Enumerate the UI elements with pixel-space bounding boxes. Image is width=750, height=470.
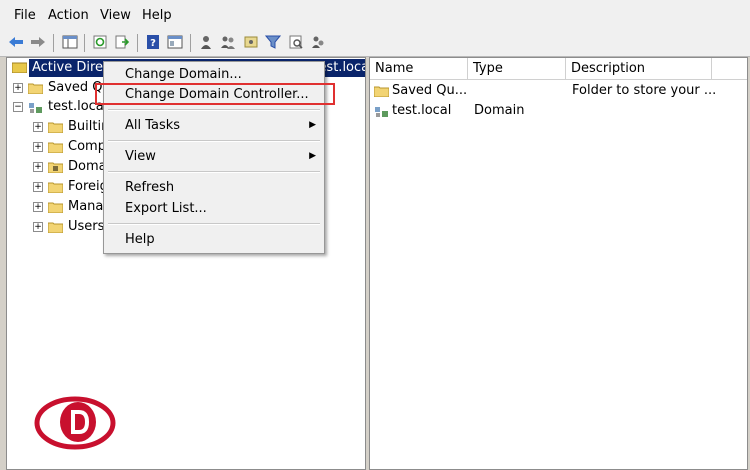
ou-folder-icon <box>48 162 63 173</box>
console-tree-icon[interactable] <box>62 34 78 50</box>
folder-icon <box>48 142 63 153</box>
menu-item-help[interactable]: Help <box>125 232 155 247</box>
expand-icon[interactable]: + <box>13 83 23 93</box>
forward-arrow-icon[interactable] <box>30 34 46 50</box>
ad-snapin-icon <box>12 62 27 73</box>
folder-icon <box>28 83 43 94</box>
folder-icon <box>374 86 389 97</box>
collapse-icon[interactable]: − <box>13 102 23 112</box>
column-header-filler <box>712 58 747 80</box>
folder-icon <box>48 122 63 133</box>
expand-icon[interactable]: + <box>33 122 43 132</box>
list-item-name: Saved Qu... <box>392 83 468 98</box>
list-item[interactable]: test.local Domain <box>374 102 744 120</box>
expand-icon[interactable]: + <box>33 162 43 172</box>
menu-separator <box>108 223 320 225</box>
menu-file[interactable]: File <box>14 8 36 23</box>
list-item-type: Domain <box>474 103 525 118</box>
folder-icon <box>48 182 63 193</box>
annotation-highlight-box <box>95 83 335 105</box>
menu-help[interactable]: Help <box>142 8 172 23</box>
expand-icon[interactable]: + <box>33 142 43 152</box>
filter-icon[interactable] <box>265 34 281 50</box>
menu-item-change-domain[interactable]: Change Domain... <box>125 67 242 82</box>
menu-action[interactable]: Action <box>48 8 89 23</box>
menu-item-view[interactable]: View <box>125 149 156 164</box>
results-pane: Name Type Description Saved Qu... Folder… <box>369 57 748 470</box>
list-item-name: test.local <box>392 103 452 118</box>
column-header-name[interactable]: Name <box>370 58 468 80</box>
domain-icon <box>375 107 388 117</box>
menu-separator <box>108 140 320 142</box>
menu-item-export-list[interactable]: Export List... <box>125 201 207 216</box>
menu-bar: File Action View Help <box>0 0 750 30</box>
menu-separator <box>108 171 320 173</box>
menu-item-refresh[interactable]: Refresh <box>125 180 174 195</box>
add-to-group-icon[interactable] <box>310 34 326 50</box>
svg-text:?: ? <box>150 38 156 49</box>
expand-icon[interactable]: + <box>33 182 43 192</box>
ou-icon[interactable] <box>243 34 259 50</box>
refresh-icon[interactable] <box>92 34 108 50</box>
menu-item-all-tasks[interactable]: All Tasks <box>125 118 180 133</box>
back-arrow-icon[interactable] <box>8 34 24 50</box>
domain-icon <box>29 103 42 113</box>
expand-icon[interactable]: + <box>33 202 43 212</box>
properties-icon[interactable] <box>167 34 183 50</box>
submenu-arrow-icon: ▶ <box>309 120 316 130</box>
watermark-logo <box>34 396 116 450</box>
column-header-description[interactable]: Description <box>566 58 712 80</box>
submenu-arrow-icon: ▶ <box>309 151 316 161</box>
help-icon[interactable]: ? <box>145 34 161 50</box>
folder-icon <box>48 222 63 233</box>
list-item[interactable]: Saved Qu... Folder to store your ... <box>374 82 744 100</box>
tree-item-label: Users <box>68 219 105 234</box>
find-icon[interactable] <box>288 34 304 50</box>
list-item-description: Folder to store your ... <box>572 83 717 98</box>
user-icon[interactable] <box>198 34 214 50</box>
toolbar: ? <box>0 30 750 57</box>
menu-separator <box>108 109 320 111</box>
expand-icon[interactable]: + <box>33 222 43 232</box>
column-header-type[interactable]: Type <box>468 58 566 80</box>
export-list-icon[interactable] <box>114 34 130 50</box>
users-group-icon[interactable] <box>220 34 236 50</box>
menu-view[interactable]: View <box>100 8 131 23</box>
folder-icon <box>48 202 63 213</box>
